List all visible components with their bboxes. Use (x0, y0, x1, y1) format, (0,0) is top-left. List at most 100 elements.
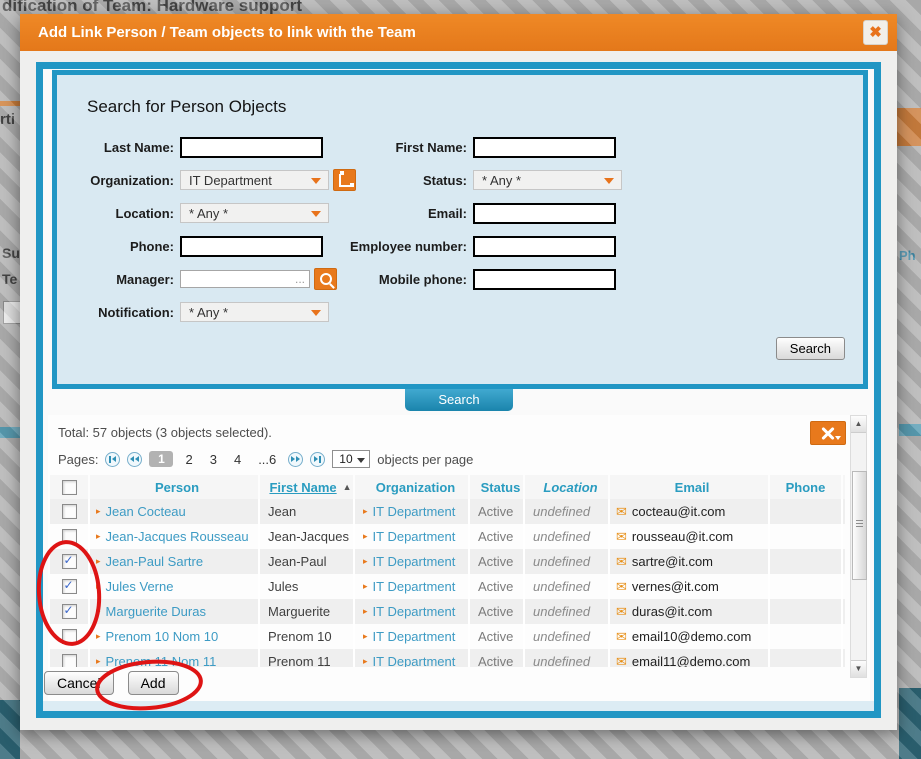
search-button[interactable]: Search (776, 337, 845, 360)
row-checkbox[interactable] (62, 654, 77, 667)
email-field[interactable] (473, 203, 616, 224)
column-header-label: Organization (376, 480, 455, 495)
person-link[interactable]: Prenom 11 Nom 11 (106, 654, 217, 667)
add-button[interactable]: Add (128, 671, 179, 695)
page-link[interactable]: 3 (205, 452, 222, 467)
current-page: 1 (149, 451, 173, 467)
add-link-dialog: Add Link Person / Team objects to link w… (20, 14, 897, 730)
search-field-row: Location:* Any * (62, 203, 356, 223)
column-header-person[interactable]: Person (90, 475, 260, 499)
first-name-field[interactable] (473, 137, 616, 158)
bullet-icon: ▸ (96, 556, 101, 567)
status-cell: Active (470, 649, 525, 667)
column-header-organization[interactable]: Organization (355, 475, 470, 499)
chevron-down-icon (311, 310, 321, 316)
organization-link[interactable]: IT Department (373, 504, 456, 519)
person-link[interactable]: Jean-Paul Sartre (106, 554, 204, 569)
person-link[interactable]: Marguerite Duras (106, 604, 206, 619)
search-fields-right: First Name:Status:* Any *Email:Employee … (320, 137, 622, 289)
column-header-phone[interactable]: Phone (770, 475, 843, 499)
mail-icon: ✉ (616, 629, 627, 645)
last-page-icon[interactable] (310, 452, 325, 467)
email-text: rousseau@it.com (632, 529, 733, 544)
manager-autocomplete-field[interactable]: ... (180, 270, 310, 288)
dialog-footer: Cancel Add (44, 671, 179, 695)
scrollbar-thumb[interactable] (852, 471, 867, 580)
row-checkbox-cell (50, 549, 90, 574)
column-header-email[interactable]: Email (610, 475, 770, 499)
mail-icon: ✉ (616, 604, 627, 620)
person-cell: ▸Jules Verne (90, 574, 260, 599)
location-select[interactable]: * Any * (180, 203, 329, 223)
last-name-field[interactable] (180, 137, 323, 158)
organization-cell: ▸IT Department (355, 574, 470, 599)
person-link[interactable]: Prenom 10 Nom 10 (106, 629, 219, 644)
search-field-row: First Name: (320, 137, 622, 157)
search-panel: Search for Person Objects Last Name:Orga… (52, 70, 868, 389)
frame-bottom-strip (43, 701, 874, 711)
notification-select[interactable]: * Any * (180, 302, 329, 322)
phone-cell (770, 499, 843, 524)
organization-select[interactable]: IT Department (180, 170, 329, 190)
bullet-icon: ▸ (96, 531, 101, 542)
vertical-scrollbar[interactable]: ▲ ▼ (850, 415, 867, 678)
row-checkbox[interactable] (62, 529, 77, 544)
field-label: Employee number: (320, 239, 473, 254)
search-collapse-tab[interactable]: Search (405, 389, 513, 411)
results-panel: Total: 57 objects (3 objects selected). … (48, 415, 870, 701)
search-field-row: Mobile phone: (320, 269, 622, 289)
row-checkbox[interactable] (62, 504, 77, 519)
person-link[interactable]: Jean Cocteau (106, 504, 186, 519)
column-header-status[interactable]: Status (470, 475, 525, 499)
field-label: Location: (62, 206, 180, 221)
dialog-titlebar: Add Link Person / Team objects to link w… (20, 14, 897, 51)
table-row: ▸Marguerite DurasMarguerite▸IT Departmen… (50, 599, 845, 624)
select-value: IT Department (189, 173, 272, 188)
organization-link[interactable]: IT Department (373, 529, 456, 544)
search-field-row: Last Name: (62, 137, 356, 157)
organization-link[interactable]: IT Department (373, 579, 456, 594)
table-row: ▸Jean-Jacques RousseauJean-Jacques▸IT De… (50, 524, 845, 549)
table-body: ▸Jean CocteauJean▸IT DepartmentActiveund… (50, 499, 845, 667)
page-link[interactable]: 4 (229, 452, 246, 467)
page-size-select[interactable]: 10 (332, 450, 370, 468)
person-link[interactable]: Jules Verne (106, 579, 174, 594)
column-header-location[interactable]: Location (525, 475, 610, 499)
next-page-icon[interactable] (288, 452, 303, 467)
prev-page-icon[interactable] (127, 452, 142, 467)
column-header-first-name[interactable]: First Name▲ (260, 475, 355, 499)
table-config-icon[interactable] (810, 421, 846, 445)
mobile-phone-field[interactable] (473, 269, 616, 290)
phone-field[interactable] (180, 236, 323, 257)
organization-cell: ▸IT Department (355, 499, 470, 524)
row-checkbox[interactable] (62, 629, 77, 644)
row-checkbox[interactable] (62, 579, 77, 594)
status-select[interactable]: * Any * (473, 170, 622, 190)
row-checkbox[interactable] (62, 554, 77, 569)
phone-cell (770, 524, 843, 549)
bullet-icon: ▸ (363, 556, 368, 567)
phone-cell (770, 624, 843, 649)
organization-link[interactable]: IT Department (373, 654, 456, 667)
email-cell: ✉duras@it.com (610, 599, 770, 624)
select-all-checkbox[interactable] (62, 480, 77, 495)
status-cell: Active (470, 499, 525, 524)
dialog-content-frame: Search for Person Objects Last Name:Orga… (36, 62, 881, 718)
email-cell: ✉rousseau@it.com (610, 524, 770, 549)
scroll-down-icon[interactable]: ▼ (851, 660, 866, 677)
first-page-icon[interactable] (105, 452, 120, 467)
email-text: email10@demo.com (632, 629, 751, 644)
organization-link[interactable]: IT Department (373, 604, 456, 619)
close-icon[interactable]: ✖ (863, 20, 888, 45)
phone-cell (770, 574, 843, 599)
cancel-button[interactable]: Cancel (44, 671, 114, 695)
organization-link[interactable]: IT Department (373, 629, 456, 644)
organization-link[interactable]: IT Department (373, 554, 456, 569)
person-link[interactable]: Jean-Jacques Rousseau (106, 529, 249, 544)
page-link[interactable]: 2 (180, 452, 197, 467)
page-link[interactable]: ...6 (253, 452, 281, 467)
row-checkbox[interactable] (62, 604, 77, 619)
field-label: Mobile phone: (320, 272, 473, 287)
scroll-up-icon[interactable]: ▲ (851, 416, 866, 433)
employee-number-field[interactable] (473, 236, 616, 257)
